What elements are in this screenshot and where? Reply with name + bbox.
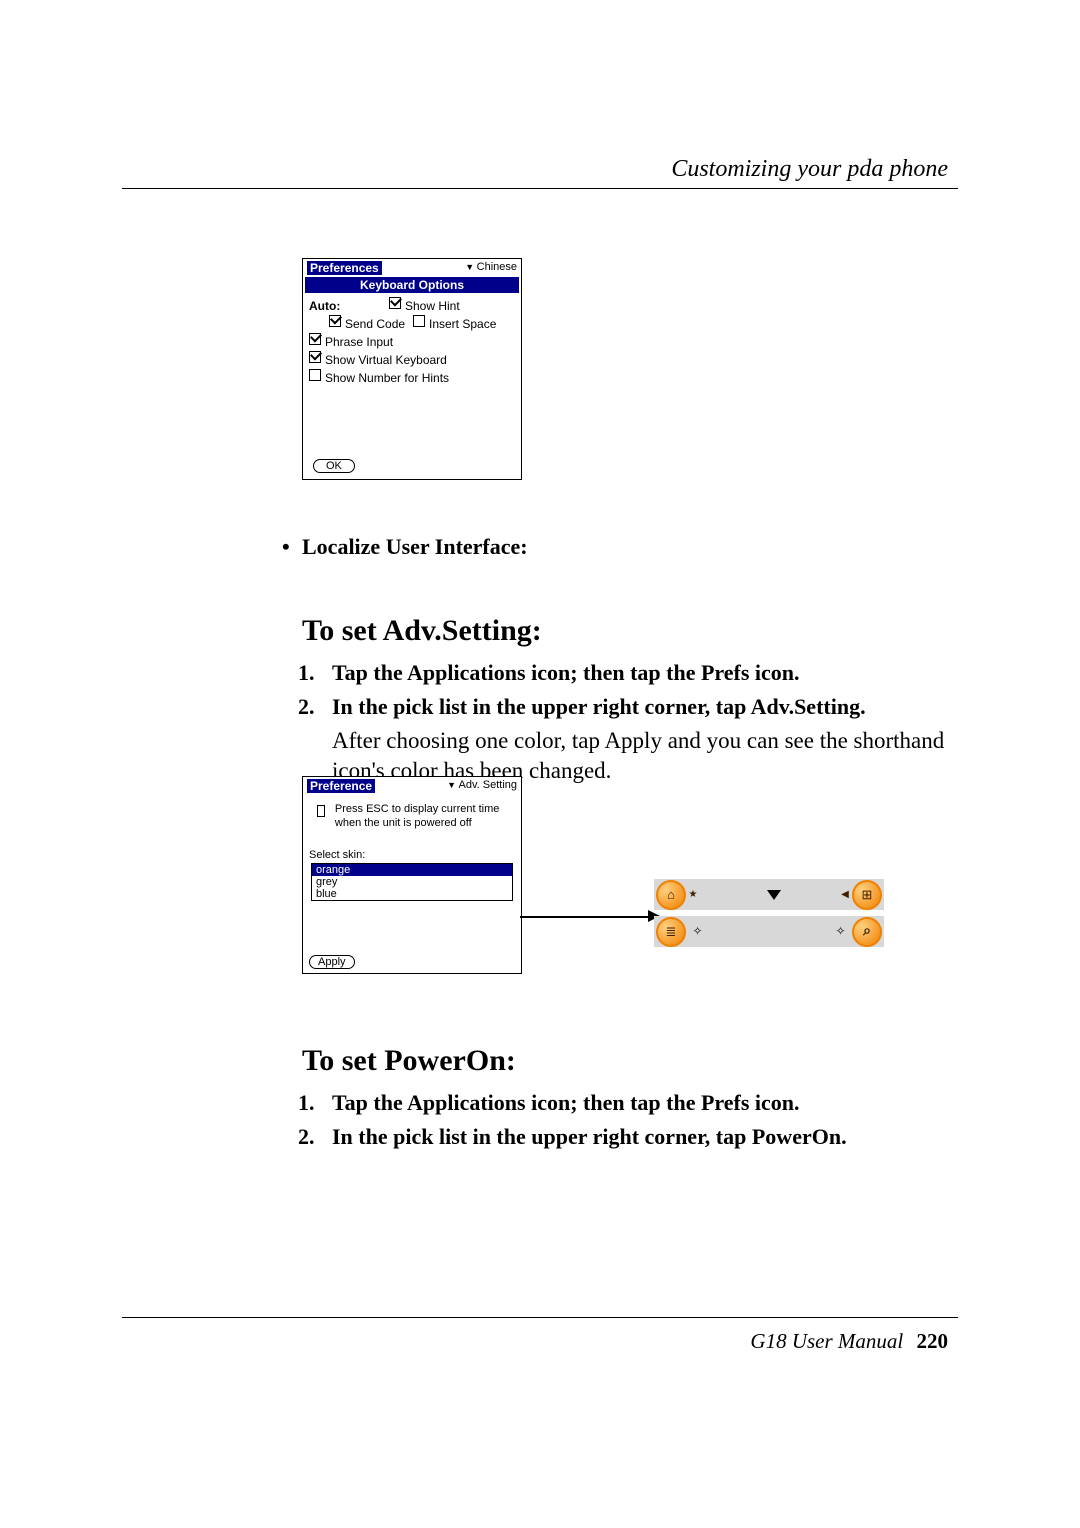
shorthand-icon-dock: ⌂ ⊞ ≣ ✧ ✧ ⌕ xyxy=(654,879,884,947)
header-rule xyxy=(122,188,958,189)
footer: G18 User Manual 220 xyxy=(750,1329,948,1354)
checkbox-virtual-keyboard[interactable] xyxy=(309,351,321,363)
plus-icon[interactable]: ✧ xyxy=(692,924,702,939)
checkbox-send-code[interactable] xyxy=(329,315,341,327)
bullet-localize-ui: Localize User Interface: xyxy=(302,534,948,560)
checkbox-esc-clock[interactable] xyxy=(317,805,325,817)
apply-button[interactable]: Apply xyxy=(309,955,355,969)
adv-step1-text: Tap the Applications icon; then tap the … xyxy=(332,660,800,685)
skin-label: Select skin: xyxy=(309,849,515,861)
callout-line xyxy=(520,916,654,918)
chapter-title: Customizing your pda phone xyxy=(671,156,948,183)
heading-adv-setting: To set Adv.Setting: xyxy=(302,614,948,648)
adv-step2: 2. In the pick list in the upper right c… xyxy=(332,694,948,720)
label-insert-space: Insert Space xyxy=(429,315,496,333)
pda-preference-advsetting: Preference Adv. Setting Press ESC to dis… xyxy=(302,776,522,974)
pda2-title: Preference xyxy=(307,779,375,793)
checkbox-insert-space[interactable] xyxy=(413,315,425,327)
keyboard-options-header: Keyboard Options xyxy=(305,277,519,293)
label-show-hint: Show Hint xyxy=(405,297,460,315)
poweron-step2: 2. In the pick list in the upper right c… xyxy=(332,1124,948,1150)
heading-poweron: To set PowerOn: xyxy=(302,1044,948,1078)
adv-step1: 1. Tap the Applications icon; then tap t… xyxy=(332,660,948,686)
checkbox-number-hints[interactable] xyxy=(309,369,321,381)
footer-rule xyxy=(122,1317,958,1318)
skin-option-orange[interactable]: orange xyxy=(312,864,512,876)
label-virtual-keyboard: Show Virtual Keyboard xyxy=(325,351,447,369)
skin-option-blue[interactable]: blue xyxy=(312,888,512,900)
label-number-hints: Show Number for Hints xyxy=(325,369,449,387)
pda-preferences-chinese: Preferences Chinese Keyboard Options Aut… xyxy=(302,258,522,480)
skin-option-grey[interactable]: grey xyxy=(312,876,512,888)
adv-step2-text: In the pick list in the upper right corn… xyxy=(332,694,866,719)
auto-label: Auto: xyxy=(309,297,389,315)
find-icon[interactable]: ⌕ xyxy=(852,917,882,947)
graffiti-down-arrow-icon[interactable] xyxy=(767,890,781,900)
pda2-category-dropdown[interactable]: Adv. Setting xyxy=(447,779,517,793)
brightness2-icon[interactable]: ✧ xyxy=(835,924,845,939)
home-icon[interactable]: ⌂ xyxy=(656,880,686,910)
poweron-step1-text: Tap the Applications icon; then tap the … xyxy=(332,1090,800,1115)
skin-listbox[interactable]: orange grey blue xyxy=(311,863,513,901)
checkbox-show-hint[interactable] xyxy=(389,297,401,309)
menu-icon[interactable]: ≣ xyxy=(656,917,686,947)
checkbox-phrase-input[interactable] xyxy=(309,333,321,345)
label-phrase-input: Phrase Input xyxy=(325,333,393,351)
ok-button[interactable]: OK xyxy=(313,459,355,473)
contrast-left-icon[interactable] xyxy=(838,888,852,902)
label-send-code: Send Code xyxy=(345,315,413,333)
page-number: 220 xyxy=(917,1329,949,1353)
pda1-category-dropdown[interactable]: Chinese xyxy=(465,261,517,275)
poweron-step2-text: In the pick list in the upper right corn… xyxy=(332,1124,847,1149)
page: Customizing your pda phone Preferences C… xyxy=(122,66,958,1386)
poweron-step1: 1. Tap the Applications icon; then tap t… xyxy=(332,1090,948,1116)
brightness-icon[interactable] xyxy=(686,888,700,902)
label-esc-clock: Press ESC to display current time when t… xyxy=(335,803,515,831)
apps-icon[interactable]: ⊞ xyxy=(852,880,882,910)
manual-name: G18 User Manual xyxy=(750,1329,903,1353)
pda1-title: Preferences xyxy=(307,261,382,275)
